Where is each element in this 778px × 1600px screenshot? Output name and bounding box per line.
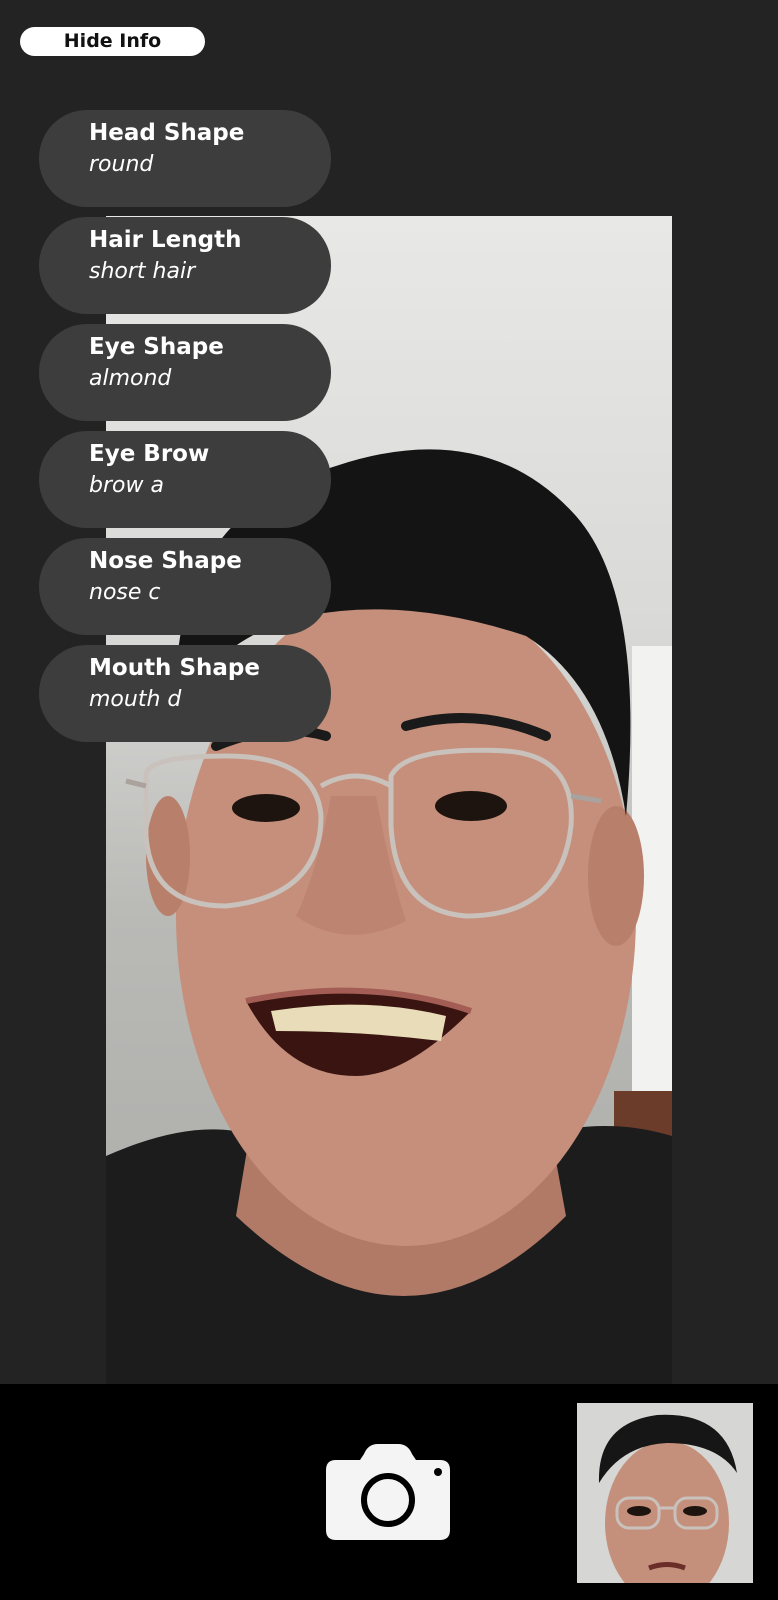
feature-value: round (89, 152, 154, 177)
last-capture-thumbnail[interactable] (577, 1403, 753, 1583)
camera-controls-bar (0, 1384, 778, 1600)
thumbnail-image (577, 1403, 753, 1583)
feature-nose-shape: Nose Shape nose c (39, 538, 331, 635)
feature-title: Mouth Shape (89, 655, 260, 681)
feature-hair-length: Hair Length short hair (39, 217, 331, 314)
feature-value: short hair (89, 259, 196, 284)
feature-value: almond (89, 366, 172, 391)
feature-title: Nose Shape (89, 548, 242, 574)
feature-title: Hair Length (89, 227, 242, 253)
feature-eye-shape: Eye Shape almond (39, 324, 331, 421)
feature-value: brow a (89, 473, 164, 498)
feature-value: mouth d (89, 687, 182, 712)
feature-title: Eye Shape (89, 334, 224, 360)
shutter-button[interactable] (326, 1444, 450, 1540)
camera-icon (326, 1444, 450, 1540)
feature-title: Head Shape (89, 120, 245, 146)
feature-eye-brow: Eye Brow brow a (39, 431, 331, 528)
hide-info-button[interactable]: Hide Info (20, 27, 205, 56)
feature-mouth-shape: Mouth Shape mouth d (39, 645, 331, 742)
feature-head-shape: Head Shape round (39, 110, 331, 207)
feature-info-list: Head Shape round Hair Length short hair … (39, 110, 331, 752)
feature-value: nose c (89, 580, 161, 605)
feature-title: Eye Brow (89, 441, 210, 467)
